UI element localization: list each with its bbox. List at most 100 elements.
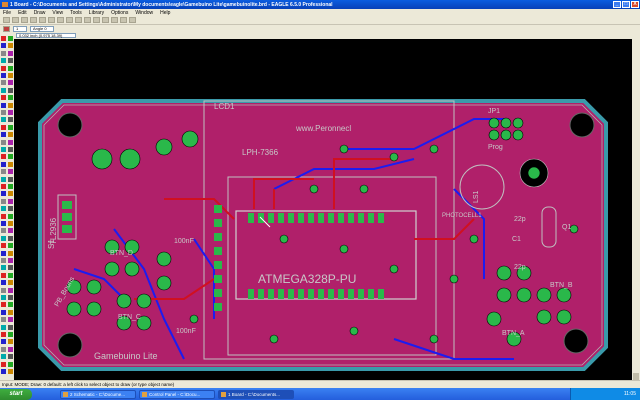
board-button[interactable] [39, 17, 46, 23]
tool-icon[interactable] [8, 169, 13, 175]
undo-button[interactable] [102, 17, 109, 23]
tool-icon[interactable] [1, 169, 6, 175]
minimize-button[interactable]: _ [613, 1, 621, 8]
tool-icon[interactable] [8, 50, 13, 56]
tool-icon[interactable] [1, 280, 6, 286]
vertical-scrollbar[interactable] [632, 33, 640, 383]
tool-icon[interactable] [1, 361, 6, 367]
tool-icon[interactable] [1, 369, 6, 374]
save-button[interactable] [12, 17, 19, 23]
tool-icon[interactable] [1, 110, 6, 115]
tool-icon[interactable] [1, 102, 6, 108]
menu-view[interactable]: View [52, 10, 63, 16]
tool-icon[interactable] [1, 198, 6, 204]
menu-help[interactable]: Help [160, 10, 170, 16]
tool-icon[interactable] [8, 243, 13, 249]
tool-icon[interactable] [1, 235, 6, 241]
tool-icon[interactable] [8, 73, 13, 78]
tool-icon[interactable] [8, 117, 13, 123]
zoom-in-button[interactable] [75, 17, 82, 23]
tool-icon[interactable] [1, 228, 6, 234]
tool-icon[interactable] [1, 95, 6, 101]
tool-icon[interactable] [1, 80, 6, 86]
menu-options[interactable]: Options [111, 10, 128, 16]
tool-icon[interactable] [8, 228, 13, 234]
tool-icon[interactable] [1, 317, 6, 323]
tool-icon[interactable] [8, 161, 13, 167]
tool-icon[interactable] [8, 102, 13, 108]
maximize-button[interactable]: □ [622, 1, 630, 8]
menu-file[interactable]: File [3, 10, 11, 16]
task-board[interactable]: 1 Board - C:\Documents... [218, 389, 294, 399]
layer-color-icon[interactable] [3, 26, 10, 32]
tool-icon[interactable] [1, 58, 6, 64]
open-button[interactable] [3, 17, 10, 23]
tool-icon[interactable] [8, 206, 13, 212]
angle-select[interactable]: Angle 0 [30, 26, 54, 32]
tool-icon[interactable] [8, 65, 13, 71]
tool-icon[interactable] [1, 332, 6, 337]
script-button[interactable] [48, 17, 55, 23]
tool-icon[interactable] [1, 295, 6, 300]
menu-library[interactable]: Library [89, 10, 104, 16]
run-button[interactable] [57, 17, 64, 23]
cam-button[interactable] [30, 17, 37, 23]
stop-button[interactable] [120, 17, 127, 23]
tool-icon[interactable] [1, 213, 6, 219]
tool-icon[interactable] [1, 124, 6, 130]
tool-icon[interactable] [1, 184, 6, 189]
tool-icon[interactable] [8, 132, 13, 138]
tool-icon[interactable] [1, 43, 6, 49]
tool-icon[interactable] [8, 213, 13, 219]
zoom-out-button[interactable] [84, 17, 91, 23]
tool-icon[interactable] [1, 139, 6, 145]
menu-window[interactable]: Window [135, 10, 153, 16]
tool-icon[interactable] [1, 191, 6, 197]
tool-icon[interactable] [1, 154, 6, 160]
tool-icon[interactable] [1, 250, 6, 256]
grid-select[interactable]: 1 [13, 26, 27, 32]
menu-draw[interactable]: Draw [34, 10, 46, 16]
tool-icon[interactable] [1, 161, 6, 167]
tool-icon[interactable] [8, 317, 13, 323]
tool-icon[interactable] [1, 221, 6, 226]
tool-icon[interactable] [8, 154, 13, 160]
tool-icon[interactable] [8, 354, 13, 360]
tool-icon[interactable] [1, 243, 6, 249]
tool-icon[interactable] [1, 206, 6, 212]
tool-icon[interactable] [1, 272, 6, 278]
tool-icon[interactable] [1, 302, 6, 308]
tool-icon[interactable] [8, 309, 13, 315]
tool-icon[interactable] [1, 354, 6, 360]
tool-icon[interactable] [8, 176, 13, 182]
tool-icon[interactable] [1, 346, 6, 352]
tool-icon[interactable] [1, 65, 6, 71]
tool-icon[interactable] [8, 302, 13, 308]
tool-icon[interactable] [8, 139, 13, 145]
redraw-button[interactable] [93, 17, 100, 23]
tool-icon[interactable] [8, 198, 13, 204]
tool-icon[interactable] [8, 95, 13, 101]
tool-icon[interactable] [8, 36, 13, 41]
tool-icon[interactable] [1, 50, 6, 56]
tool-icon[interactable] [8, 272, 13, 278]
tool-icon[interactable] [1, 36, 6, 41]
task-control-panel[interactable]: Control Panel - C:\Docu... [139, 389, 215, 399]
tool-icon[interactable] [1, 117, 6, 123]
tool-icon[interactable] [8, 87, 13, 93]
tool-icon[interactable] [8, 287, 13, 293]
close-button[interactable]: X [631, 1, 639, 8]
tool-icon[interactable] [1, 147, 6, 152]
tool-icon[interactable] [1, 132, 6, 138]
pcb-layout-svg[interactable]: LCD1 LPH-7366 www.Peronnecl ATMEGA328P-P… [14, 39, 632, 380]
tool-icon[interactable] [8, 250, 13, 256]
board-canvas[interactable]: LCD1 LPH-7366 www.Peronnecl ATMEGA328P-P… [14, 39, 632, 380]
zoom-fit-button[interactable] [66, 17, 73, 23]
tool-icon[interactable] [1, 309, 6, 315]
go-button[interactable] [129, 17, 136, 23]
tool-icon[interactable] [8, 258, 13, 263]
tool-icon[interactable] [8, 58, 13, 64]
tool-icon[interactable] [8, 346, 13, 352]
tool-icon[interactable] [8, 324, 13, 330]
tool-icon[interactable] [1, 73, 6, 78]
